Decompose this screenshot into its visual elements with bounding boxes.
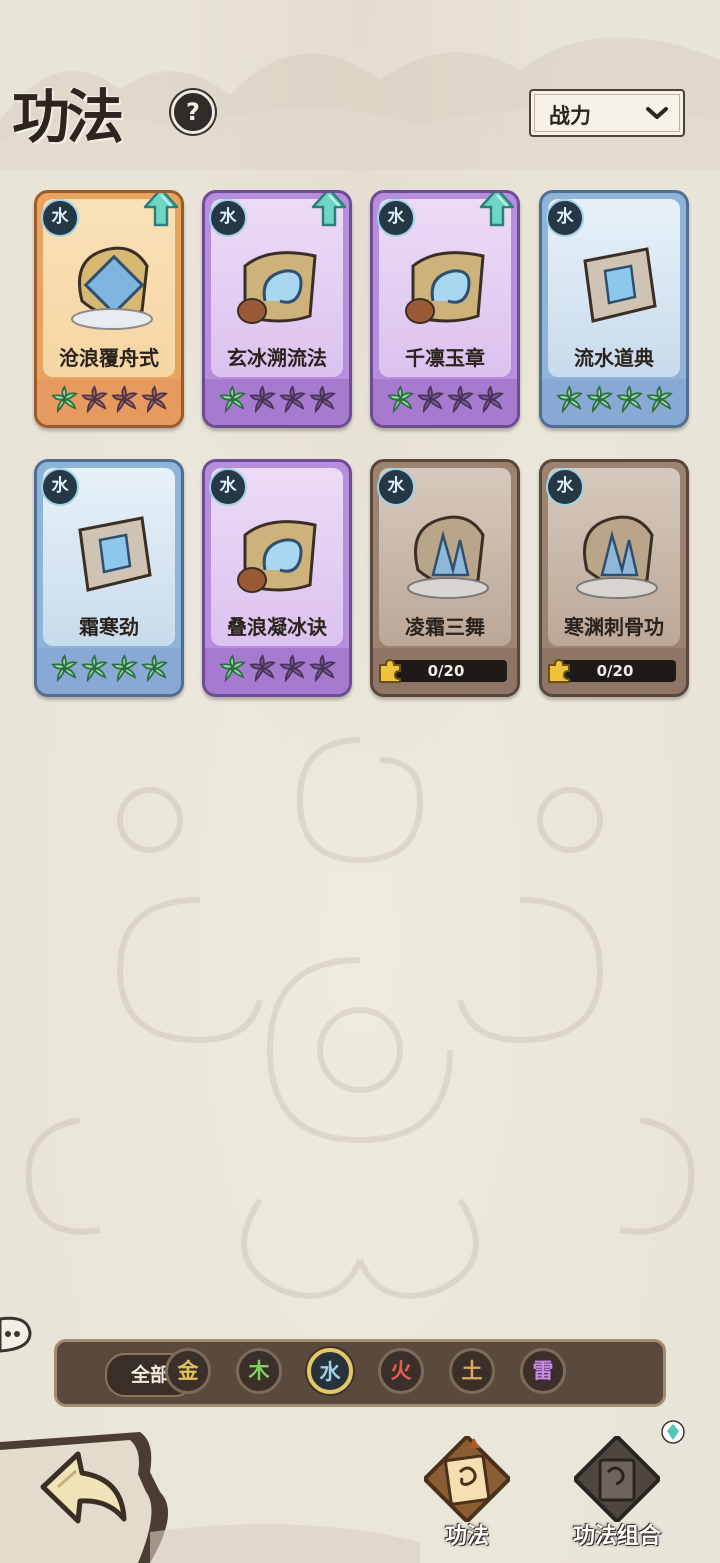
- star-filled-icon: [585, 385, 613, 414]
- star-filled-icon: [110, 654, 138, 683]
- star-empty-icon: [278, 385, 306, 414]
- skill-card[interactable]: 水玄冰溯流法: [202, 190, 352, 428]
- card-name: 叠浪凝冰诀: [227, 615, 327, 639]
- card-name: 千凛玉章: [405, 346, 485, 370]
- star-filled-icon: [555, 385, 583, 414]
- star-filled-icon: [218, 654, 246, 683]
- element-badge: 水: [209, 199, 247, 237]
- question-icon[interactable]: ?: [171, 90, 215, 134]
- sort-dropdown[interactable]: 战力: [529, 89, 685, 137]
- puzzle-piece-icon: [379, 658, 401, 683]
- star-filled-icon: [645, 385, 673, 414]
- skill-card[interactable]: 水叠浪凝冰诀: [202, 459, 352, 697]
- chat-bubble-icon[interactable]: [0, 1313, 32, 1357]
- star-empty-icon: [308, 385, 336, 414]
- page-title: 功法: [12, 83, 124, 151]
- star-rating: [373, 385, 517, 419]
- filter-element-button[interactable]: 雷: [520, 1348, 566, 1394]
- star-empty-icon: [110, 385, 138, 414]
- star-filled-icon: [80, 654, 108, 683]
- star-empty-icon: [248, 385, 276, 414]
- star-filled-icon: [615, 385, 643, 414]
- star-empty-icon: [140, 385, 168, 414]
- scroll-book-icon: [424, 1436, 510, 1522]
- skill-card[interactable]: 水寒渊刺骨功 0/20: [539, 459, 689, 697]
- star-rating: [37, 654, 181, 688]
- card-name: 玄冰溯流法: [227, 346, 327, 370]
- tab-skills[interactable]: 功法: [402, 1430, 532, 1563]
- element-badge: 水: [546, 468, 584, 506]
- cloud-pattern-decoration: [25, 737, 695, 1299]
- upgrade-arrow-icon: [143, 193, 179, 227]
- star-filled-icon: [218, 385, 246, 414]
- star-rating: [542, 385, 686, 419]
- filter-element-button[interactable]: 土: [449, 1348, 495, 1394]
- card-name: 凌霜三舞: [405, 615, 485, 639]
- upgrade-arrow-icon: [479, 193, 515, 227]
- filter-element-button[interactable]: 金: [165, 1348, 211, 1394]
- skill-card[interactable]: 水流水道典: [539, 190, 689, 428]
- card-name: 沧浪覆舟式: [59, 346, 159, 370]
- skill-book-icon: [78, 516, 152, 592]
- card-name: 霜寒劲: [79, 615, 139, 639]
- skill-book-icon: [407, 515, 489, 599]
- filter-element-button[interactable]: 水: [307, 1348, 353, 1394]
- star-rating: [205, 654, 349, 688]
- star-empty-icon: [446, 385, 474, 414]
- combo-book-icon: [574, 1436, 660, 1522]
- skill-book-icon: [71, 246, 153, 330]
- element-badge: 水: [377, 468, 415, 506]
- fragment-progress: 0/20: [554, 660, 676, 682]
- sort-selected-label: 战力: [549, 104, 591, 128]
- tab-skills-label: 功法: [444, 1524, 489, 1549]
- notification-gem-icon: [661, 1420, 685, 1444]
- star-filled-icon: [50, 385, 78, 414]
- element-badge: 水: [41, 468, 79, 506]
- skill-book-icon: [237, 251, 317, 324]
- skill-book-icon: [405, 251, 485, 324]
- skill-card[interactable]: 水千凛玉章: [370, 190, 520, 428]
- star-empty-icon: [476, 385, 504, 414]
- back-arrow-icon[interactable]: [38, 1449, 130, 1529]
- skill-card[interactable]: 水沧浪覆舟式: [34, 190, 184, 428]
- star-rating: [37, 385, 181, 419]
- tab-skill-combo-label: 功法组合: [572, 1524, 661, 1549]
- star-rating: [205, 385, 349, 419]
- star-empty-icon: [416, 385, 444, 414]
- puzzle-piece-icon: [548, 658, 570, 683]
- element-badge: 水: [546, 199, 584, 237]
- star-empty-icon: [308, 654, 336, 683]
- star-filled-icon: [140, 654, 168, 683]
- filter-element-button[interactable]: 木: [236, 1348, 282, 1394]
- skill-book-icon: [576, 515, 658, 599]
- star-filled-icon: [386, 385, 414, 414]
- star-empty-icon: [80, 385, 108, 414]
- card-name: 寒渊刺骨功: [564, 615, 664, 639]
- tab-skill-combo[interactable]: 功法组合: [552, 1430, 682, 1563]
- star-empty-icon: [248, 654, 276, 683]
- element-badge: 水: [209, 468, 247, 506]
- chevron-down-icon: [646, 107, 668, 119]
- skill-book-icon: [583, 247, 657, 323]
- star-empty-icon: [278, 654, 306, 683]
- skill-card[interactable]: 水凌霜三舞 0/20: [370, 459, 520, 697]
- card-name: 流水道典: [574, 346, 654, 370]
- star-filled-icon: [50, 654, 78, 683]
- skill-card[interactable]: 水霜寒劲: [34, 459, 184, 697]
- filter-element-button[interactable]: 火: [378, 1348, 424, 1394]
- element-badge: 水: [377, 199, 415, 237]
- fragment-progress: 0/20: [385, 660, 507, 682]
- element-filter-bar: 全部 金木水火土雷: [54, 1339, 666, 1407]
- element-badge: 水: [41, 199, 79, 237]
- upgrade-arrow-icon: [311, 193, 347, 227]
- skill-book-icon: [237, 520, 317, 593]
